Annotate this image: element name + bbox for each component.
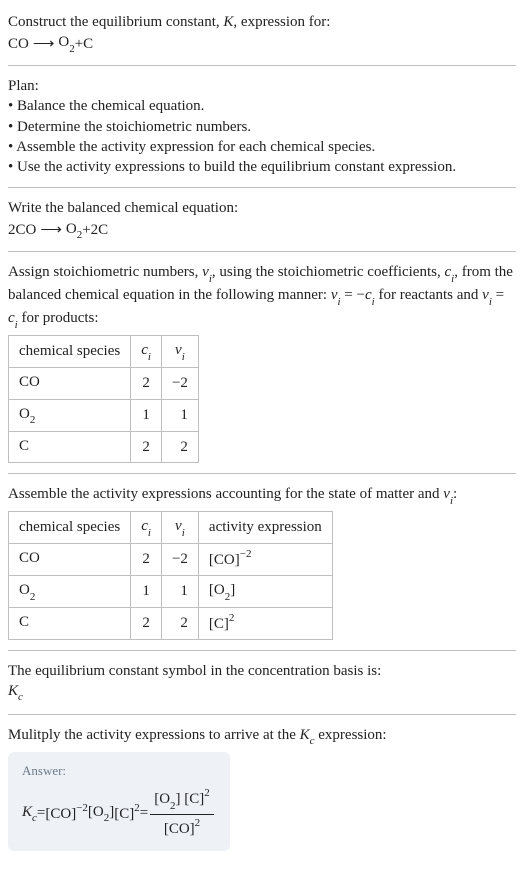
species: CO (16, 220, 37, 240)
table-row: O2 1 1 (9, 399, 199, 431)
cell-ci: 2 (131, 431, 162, 463)
activity-table: chemical species ci νi activity expressi… (8, 511, 333, 639)
cell-ci: 2 (131, 607, 162, 639)
col-ci: ci (131, 335, 162, 367)
equals: = (140, 803, 148, 823)
cell-nui: 2 (161, 431, 198, 463)
cell-species: C (9, 607, 131, 639)
kc-symbol-block: The equilibrium constant symbol in the c… (8, 655, 516, 710)
table-header-row: chemical species ci νi (9, 335, 199, 367)
coef: 2 (8, 220, 16, 240)
cell-activity: [CO]−2 (198, 544, 332, 576)
k-var: K (223, 14, 233, 30)
term2: [O2] (88, 802, 114, 825)
plan-list: Balance the chemical equation. Determine… (8, 96, 516, 177)
divider (8, 65, 516, 66)
table-row: CO 2 −2 (9, 367, 199, 399)
cell-species: CO (9, 367, 131, 399)
cell-species: O2 (9, 399, 131, 431)
equals: = (37, 803, 45, 823)
stoich-table: chemical species ci νi CO 2 −2 O2 1 1 C … (8, 335, 199, 463)
cell-nui: 1 (161, 399, 198, 431)
stoich-intro: Assign stoichiometric numbers, νi, using… (8, 262, 516, 331)
cell-nui: 2 (161, 607, 198, 639)
plan-item: Assemble the activity expression for eac… (8, 137, 516, 157)
answer-box: Answer: Kc = [CO]−2 [O2] [C]2 = [O2] [C]… (8, 752, 230, 852)
table-row: C 2 2 [C]2 (9, 607, 333, 639)
multiply-intro: Mulitply the activity expressions to arr… (8, 725, 516, 748)
cell-nui: −2 (161, 544, 198, 576)
answer-label: Answer: (22, 762, 216, 780)
cell-ci: 2 (131, 367, 162, 399)
col-species: chemical species (9, 335, 131, 367)
col-nui: νi (161, 512, 198, 544)
cell-nui: 1 (161, 575, 198, 607)
prompt-part2: , expression for: (233, 14, 330, 30)
cell-species: O2 (9, 575, 131, 607)
plus: + (82, 220, 90, 240)
eq-rhs-o2: O2 (58, 32, 74, 55)
species-o2: O2 (66, 219, 82, 242)
divider (8, 251, 516, 252)
col-species: chemical species (9, 512, 131, 544)
table-row: O2 1 1 [O2] (9, 575, 333, 607)
divider (8, 187, 516, 188)
activity-intro: Assemble the activity expressions accoun… (8, 484, 516, 507)
numerator: [O2] [C]2 (150, 787, 214, 815)
col-ci: ci (131, 512, 162, 544)
col-nui: νi (161, 335, 198, 367)
table-header-row: chemical species ci νi activity expressi… (9, 512, 333, 544)
kc-symbol: Kc (8, 681, 516, 704)
question-block: Construct the equilibrium constant, K, e… (8, 6, 516, 61)
table-row: C 2 2 (9, 431, 199, 463)
balanced-block: Write the balanced chemical equation: 2 … (8, 192, 516, 247)
cell-ci: 2 (131, 544, 162, 576)
denominator: [CO]2 (150, 815, 214, 839)
cell-species: CO (9, 544, 131, 576)
divider (8, 650, 516, 651)
divider (8, 714, 516, 715)
plan-item: Use the activity expressions to build th… (8, 157, 516, 177)
balanced-intro: Write the balanced chemical equation: (8, 198, 516, 218)
term1: [CO]−2 (45, 802, 88, 824)
cell-ci: 1 (131, 575, 162, 607)
plan-title: Plan: (8, 76, 516, 96)
eq-rhs-c: C (83, 34, 93, 54)
eq-arrow: ⟶ (29, 34, 59, 54)
cell-nui: −2 (161, 367, 198, 399)
cell-activity: [C]2 (198, 607, 332, 639)
coef: 2 (91, 220, 99, 240)
multiply-block: Mulitply the activity expressions to arr… (8, 719, 516, 857)
species: C (98, 220, 108, 240)
eq-plus: + (75, 34, 83, 54)
unbalanced-equation: CO ⟶ O2 + C (8, 32, 516, 55)
answer-equation: Kc = [CO]−2 [O2] [C]2 = [O2] [C]2 [CO]2 (22, 787, 216, 839)
plan-item: Balance the chemical equation. (8, 96, 516, 116)
col-activity: activity expression (198, 512, 332, 544)
stoich-block: Assign stoichiometric numbers, νi, using… (8, 256, 516, 469)
plan-item: Determine the stoichiometric numbers. (8, 117, 516, 137)
kc-intro: The equilibrium constant symbol in the c… (8, 661, 516, 681)
balanced-equation: 2 CO ⟶ O2 + 2 C (8, 219, 516, 242)
table-row: CO 2 −2 [CO]−2 (9, 544, 333, 576)
term3: [C]2 (114, 802, 140, 824)
prompt-part1: Construct the equilibrium constant, (8, 14, 223, 30)
question-text: Construct the equilibrium constant, K, e… (8, 12, 516, 32)
activity-block: Assemble the activity expressions accoun… (8, 478, 516, 645)
divider (8, 473, 516, 474)
eq-arrow: ⟶ (36, 220, 66, 240)
plan-block: Plan: Balance the chemical equation. Det… (8, 70, 516, 183)
fraction: [O2] [C]2 [CO]2 (150, 787, 214, 839)
cell-activity: [O2] (198, 575, 332, 607)
cell-species: C (9, 431, 131, 463)
kc: Kc (22, 802, 37, 825)
cell-ci: 1 (131, 399, 162, 431)
eq-lhs: CO (8, 34, 29, 54)
